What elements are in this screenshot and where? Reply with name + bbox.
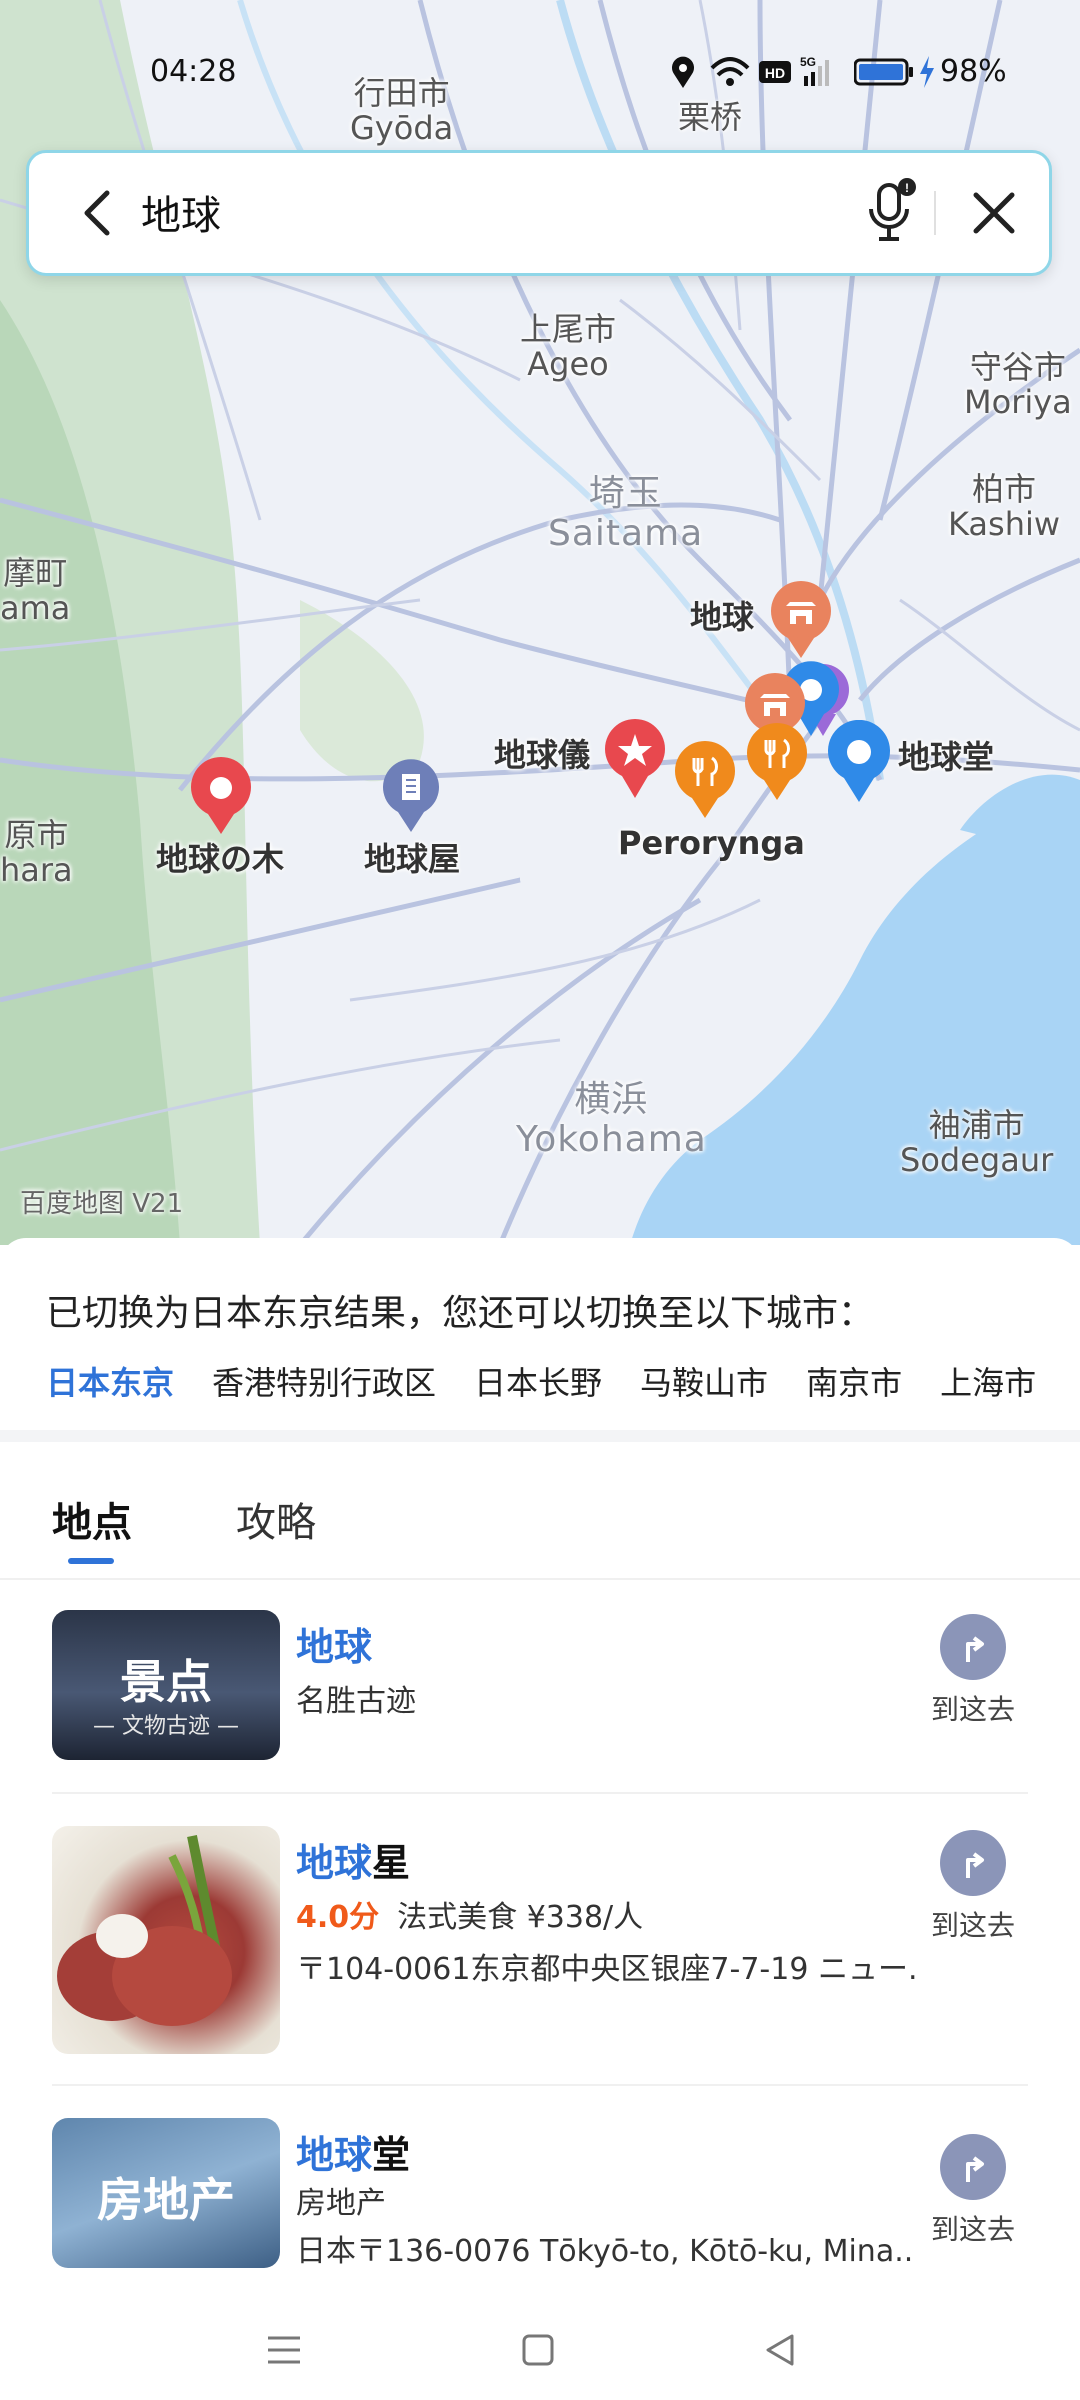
result-category: 名胜古迹 (296, 1684, 416, 1719)
signal-5g-icon: 5G (800, 55, 829, 86)
place-label-ageo: 上尾市 Ageo (520, 310, 617, 384)
place-label-moriya: 守谷市 Moriya (964, 348, 1072, 422)
search-bar[interactable]: 地球 ! (26, 150, 1052, 276)
poi-label-chikyu[interactable]: 地球 (690, 599, 754, 635)
tab-guides[interactable]: 攻略 (236, 1490, 316, 1548)
place-label-kurihashi: 栗桥 (678, 98, 743, 136)
result-title[interactable]: 地球堂 (296, 2124, 410, 2179)
result-thumbnail: 景点 — 文物古迹 — (52, 1610, 280, 1760)
microphone-icon[interactable]: ! (855, 175, 925, 249)
place-label-kashiwa: 柏市 Kashiw (948, 470, 1061, 544)
svg-text:5G: 5G (800, 55, 816, 69)
result-title[interactable]: 地球星 (296, 1832, 410, 1887)
temple-marker-icon[interactable] (768, 580, 834, 660)
route-turn-icon (966, 1636, 984, 1662)
restaurant-marker-icon[interactable] (744, 722, 810, 802)
results-sheet: 已切换为日本东京结果，您还可以切换至以下城市： 日本东京 香港特别行政区 日本长… (0, 1238, 1080, 2400)
place-label-hara: 原市 hara (0, 816, 73, 890)
back-triangle-icon[interactable] (760, 2330, 800, 2370)
chikyudo-marker-icon[interactable] (826, 720, 892, 804)
thumbnail-subtitle: — 文物古迹 — (93, 1714, 239, 1739)
city-switch-notice: 已切换为日本东京结果，您还可以切换至以下城市： (46, 1293, 875, 1334)
thumbnail-title: 景点 (120, 1655, 212, 1709)
poi-label-chikyu-no-ki[interactable]: 地球の木 (156, 841, 284, 877)
poi-label-chikyuya[interactable]: 地球屋 (364, 841, 460, 877)
city-option-maanshan[interactable]: 马鞍山市 (640, 1358, 768, 1404)
rating: 4.0分 (296, 1900, 380, 1935)
place-label-ama: 摩町 ama (0, 554, 71, 628)
cuisine-price: 法式美食 ¥338/人 (397, 1900, 644, 1935)
search-query[interactable]: 地球 (141, 183, 221, 241)
battery-percent: 98% (940, 54, 1007, 89)
building-marker-icon[interactable] (380, 756, 442, 834)
row-divider (52, 1792, 1028, 1794)
result-thumbnail (52, 1826, 280, 2054)
charging-bolt-icon (920, 56, 934, 88)
location-icon (672, 56, 694, 88)
system-nav-bar (0, 2300, 1080, 2400)
close-icon[interactable] (964, 183, 1024, 243)
city-option-nagano[interactable]: 日本长野 (474, 1358, 602, 1404)
poi-label-chikyugi[interactable]: 地球儀 (494, 737, 590, 773)
result-address: 日本〒136-0076 Tōkyō-to, Kōtō-ku, Mina... (296, 2234, 916, 2269)
map-watermark: 百度地图 V21 (20, 1189, 184, 1219)
result-item[interactable]: 地球星 4.0分 法式美食 ¥338/人 〒104-0061东京都中央区银座7-7… (52, 1826, 1028, 2054)
tabs-divider (0, 1578, 1080, 1580)
city-switch-list: 日本东京 香港特别行政区 日本长野 马鞍山市 南京市 上海市 (46, 1358, 1036, 1404)
place-label-saitama: 埼玉 Saitama (548, 473, 704, 554)
result-item[interactable]: 景点 — 文物古迹 — 地球 名胜古迹 到这去 (52, 1610, 1028, 1760)
place-label-yokohama: 横浜 Yokohama (516, 1079, 707, 1160)
tab-active-indicator (68, 1558, 114, 1564)
place-label-gyoda: 行田市 Gyōda (350, 74, 454, 148)
tab-places[interactable]: 地点 (52, 1490, 132, 1548)
poi-label-chikyudo[interactable]: 地球堂 (898, 739, 994, 775)
result-category: 房地产 (296, 2186, 386, 2221)
city-option-hongkong[interactable]: 香港特别行政区 (212, 1358, 436, 1404)
restaurant-marker-2-icon[interactable] (672, 740, 738, 820)
result-thumbnail: 房地产 (52, 2118, 280, 2268)
result-address: 〒104-0061东京都中央区银座7-7-19 ニュー... (296, 1952, 916, 1987)
status-time: 04:28 (150, 54, 237, 89)
row-divider (52, 2084, 1028, 2086)
navigate-button[interactable]: 到这去 (918, 1614, 1028, 1728)
route-turn-icon (966, 1852, 984, 1878)
poi-label-perorynga[interactable]: Perorynga (618, 825, 805, 861)
city-option-shanghai[interactable]: 上海市 (940, 1358, 1036, 1404)
route-turn-icon (966, 2156, 984, 2182)
result-item[interactable]: 房地产 地球堂 房地产 日本〒136-0076 Tōkyō-to, Kōtō-k… (52, 2118, 1028, 2269)
navigate-button[interactable]: 到这去 (918, 2134, 1028, 2248)
kinoki-marker-icon[interactable] (188, 756, 254, 836)
place-label-sodegaura: 袖浦市 Sodegaur (900, 1106, 1054, 1180)
city-option-nanjing[interactable]: 南京市 (806, 1358, 902, 1404)
star-marker-icon[interactable] (602, 718, 668, 800)
search-separator (934, 191, 936, 235)
navigate-button[interactable]: 到这去 (918, 1830, 1028, 1944)
result-title[interactable]: 地球 (296, 1616, 372, 1671)
section-divider (0, 1430, 1080, 1442)
hd-icon: HD (759, 61, 791, 83)
thumbnail-title: 房地产 (97, 2173, 235, 2227)
svg-text:!: ! (905, 181, 909, 195)
battery-icon (854, 58, 913, 86)
city-option-tokyo[interactable]: 日本东京 (46, 1358, 174, 1404)
wifi-icon (710, 57, 750, 86)
result-rating-line: 4.0分 法式美食 ¥338/人 (296, 1892, 643, 1936)
back-arrow-icon[interactable] (69, 181, 129, 245)
home-square-icon[interactable] (518, 2330, 558, 2370)
svg-text:HD: HD (765, 65, 785, 81)
menu-icon[interactable] (264, 2330, 304, 2370)
